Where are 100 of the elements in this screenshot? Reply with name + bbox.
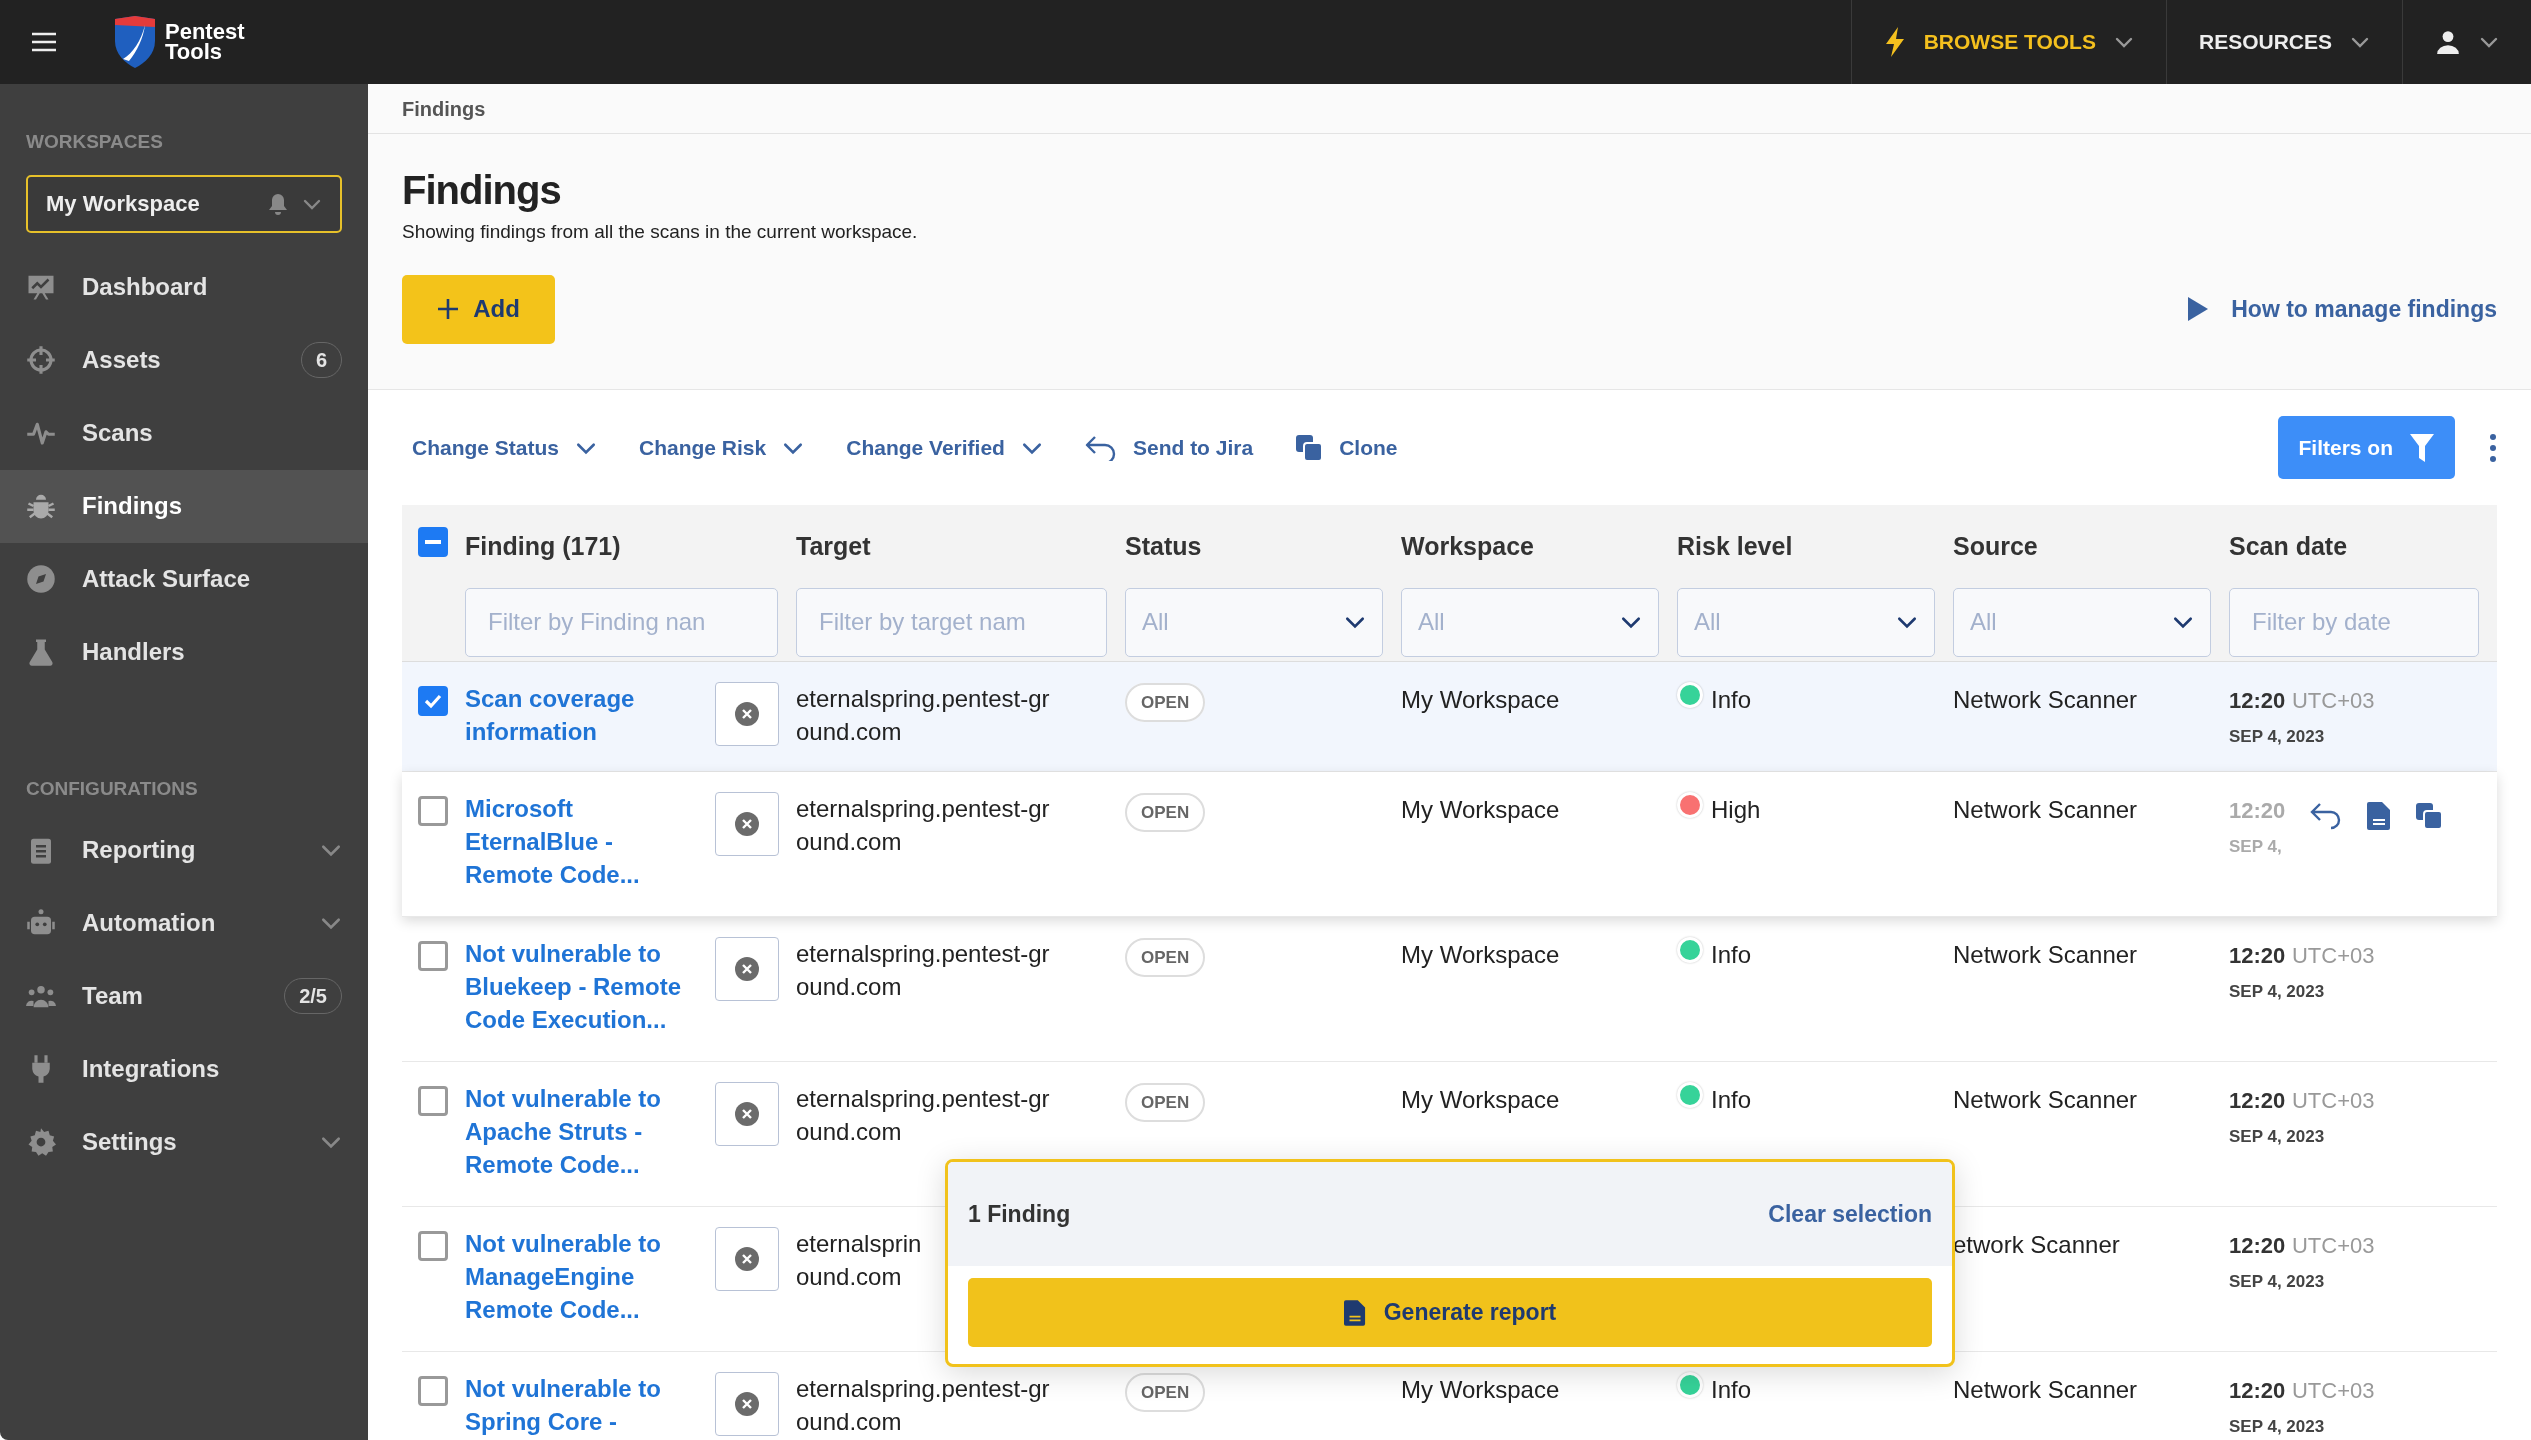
finding-link[interactable]: Not vulnerable to Spring Core - — [465, 1372, 715, 1438]
action-dropdown[interactable]: Change Verified — [836, 431, 1053, 464]
sidebar-item[interactable]: Settings — [0, 1105, 368, 1178]
menu-icon — [30, 31, 57, 53]
finding-link[interactable]: Not vulnerable to Apache Struts - Remote Code... — [465, 1082, 715, 1181]
finding-link[interactable]: Not vulnerable to ManageEngine Remote Code... — [465, 1227, 715, 1326]
filter-icon — [2409, 432, 2435, 463]
generate-report-button[interactable]: Generate report — [968, 1278, 1932, 1347]
scan-time: 12:20 — [2229, 943, 2286, 968]
scan-date: SEP 4, 2023 — [2229, 982, 2325, 1001]
risk-label: Info — [1711, 1375, 1752, 1405]
clear-selection-link[interactable]: Clear selection — [1768, 1196, 1932, 1232]
checkbox[interactable] — [418, 1376, 448, 1406]
sidebar-item[interactable]: Dashboard — [0, 250, 368, 324]
action-dropdown[interactable]: Change Status — [402, 431, 608, 464]
dismiss-button[interactable] — [715, 1227, 779, 1291]
table-cell: My Workspace — [1401, 1086, 1560, 1113]
scan-time: 12:20 — [2229, 688, 2286, 713]
sidebar-item[interactable]: Reporting — [0, 813, 368, 886]
copy-icon — [2415, 801, 2444, 830]
filter-field[interactable]: Filter by target nam — [796, 587, 1107, 657]
add-button[interactable]: Add — [402, 274, 555, 344]
more-icon — [2489, 432, 2497, 463]
sidebar-item[interactable]: Integrations — [0, 1032, 368, 1105]
table-cell-text: eternalsprin ound.com — [796, 1229, 922, 1292]
sidebar-item[interactable]: Scans — [0, 396, 368, 470]
scan-date: SEP 4, 2023 — [2229, 1417, 2325, 1436]
table-cell: Network Scanner — [1953, 941, 2138, 968]
document-icon — [2367, 800, 2392, 831]
dismiss-button[interactable] — [715, 792, 779, 856]
sidebar-item[interactable]: Assets 6 — [0, 323, 368, 397]
column-header: Source — [1953, 531, 2038, 563]
checkbox[interactable] — [418, 1231, 448, 1261]
action-dropdown[interactable]: Change Risk — [629, 431, 815, 464]
close-icon — [734, 1391, 760, 1417]
logo-text: Pentest Tools — [165, 22, 245, 62]
time-zone: UTC+03 — [2291, 943, 2375, 968]
checkbox[interactable] — [418, 796, 448, 826]
status-badge: OPEN — [1125, 1083, 1206, 1122]
dismiss-button[interactable] — [715, 682, 779, 746]
help-link[interactable]: How to manage findings — [2187, 291, 2497, 327]
column-header: Workspace — [1401, 531, 1534, 563]
risk-label: Info — [1711, 685, 1752, 715]
table-cell: My Workspace — [1401, 796, 1560, 823]
checkbox[interactable] — [418, 686, 448, 716]
scan-date: SEP 4, 2023 — [2229, 727, 2325, 746]
sidebar-item[interactable]: Attack Surface — [0, 542, 368, 616]
section-label: CONFIGURATIONS — [25, 776, 199, 801]
breadcrumb: Findings — [402, 96, 486, 122]
close-icon — [734, 1101, 760, 1127]
finding-link[interactable]: Scan coverage information — [465, 682, 715, 748]
section-label: WORKSPACES — [25, 130, 164, 154]
sidebar-item[interactable]: Automation — [0, 886, 368, 959]
compass-icon — [26, 564, 56, 594]
table-cell-text: eternalspring.pentest-gr ound.com — [796, 1374, 1050, 1437]
checkbox[interactable] — [418, 1086, 448, 1116]
action-button[interactable]: Clone — [1285, 431, 1408, 464]
table-cell-text: eternalspring.pentest-gr ound.com — [796, 939, 1050, 1002]
scan-time: 12:20 — [2229, 1088, 2286, 1113]
status-badge: OPEN — [1125, 938, 1206, 977]
sidebar-item[interactable]: Findings — [0, 469, 368, 543]
settings-icon — [26, 1126, 56, 1157]
sidebar-item[interactable]: Team 2/5 — [0, 959, 368, 1032]
action-button[interactable]: Send to Jira — [1074, 431, 1264, 464]
checkbox[interactable] — [418, 527, 448, 557]
dismiss-button[interactable] — [715, 1082, 779, 1146]
sidebar-item[interactable]: Handlers — [0, 615, 368, 689]
filters-button[interactable]: Filters on — [2278, 416, 2455, 479]
dismiss-button[interactable] — [715, 1372, 779, 1436]
table-cell: Network Scanner — [1953, 1376, 2138, 1403]
column-header: Scan date — [2229, 531, 2348, 563]
scan-date: SEP 4, — [2229, 837, 2282, 856]
checkbox[interactable] — [418, 941, 448, 971]
filter-field[interactable]: Filter by Finding nan — [465, 587, 778, 657]
risk-label: High — [1711, 795, 1761, 825]
dismiss-button[interactable] — [715, 937, 779, 1001]
table-cell: etwork Scanner — [1953, 1231, 2120, 1258]
selection-count: 1 Finding — [968, 1199, 1071, 1229]
close-icon — [734, 1246, 760, 1272]
filter-field[interactable]: Filter by date — [2229, 587, 2479, 657]
close-icon — [734, 956, 760, 982]
user-icon — [2435, 29, 2461, 55]
table-cell-text: eternalspring.pentest-gr ound.com — [796, 794, 1050, 857]
finding-link[interactable]: Microsoft EternalBlue - Remote Code... — [465, 792, 715, 891]
reply-arrow-icon — [1084, 434, 1117, 461]
column-header: Finding (171) — [465, 531, 621, 563]
close-icon — [734, 811, 760, 837]
finding-link[interactable]: Not vulnerable to Bluekeep - Remote Code Execution... — [465, 937, 715, 1036]
column-header: Status — [1125, 531, 1202, 563]
close-icon — [734, 701, 760, 727]
scan-time: 12:20 — [2229, 1378, 2286, 1403]
shield-logo-icon — [113, 15, 157, 69]
crosshair-icon — [26, 345, 56, 375]
document-icon — [1343, 1298, 1366, 1327]
table-cell: Network Scanner — [1953, 796, 2138, 823]
workspace-select[interactable]: My Workspace — [26, 174, 342, 233]
table-cell-text: eternalspring.pentest-gr ound.com — [796, 684, 1050, 747]
flask-icon — [26, 637, 56, 667]
column-header: Target — [796, 531, 871, 563]
play-icon — [2187, 296, 2210, 322]
